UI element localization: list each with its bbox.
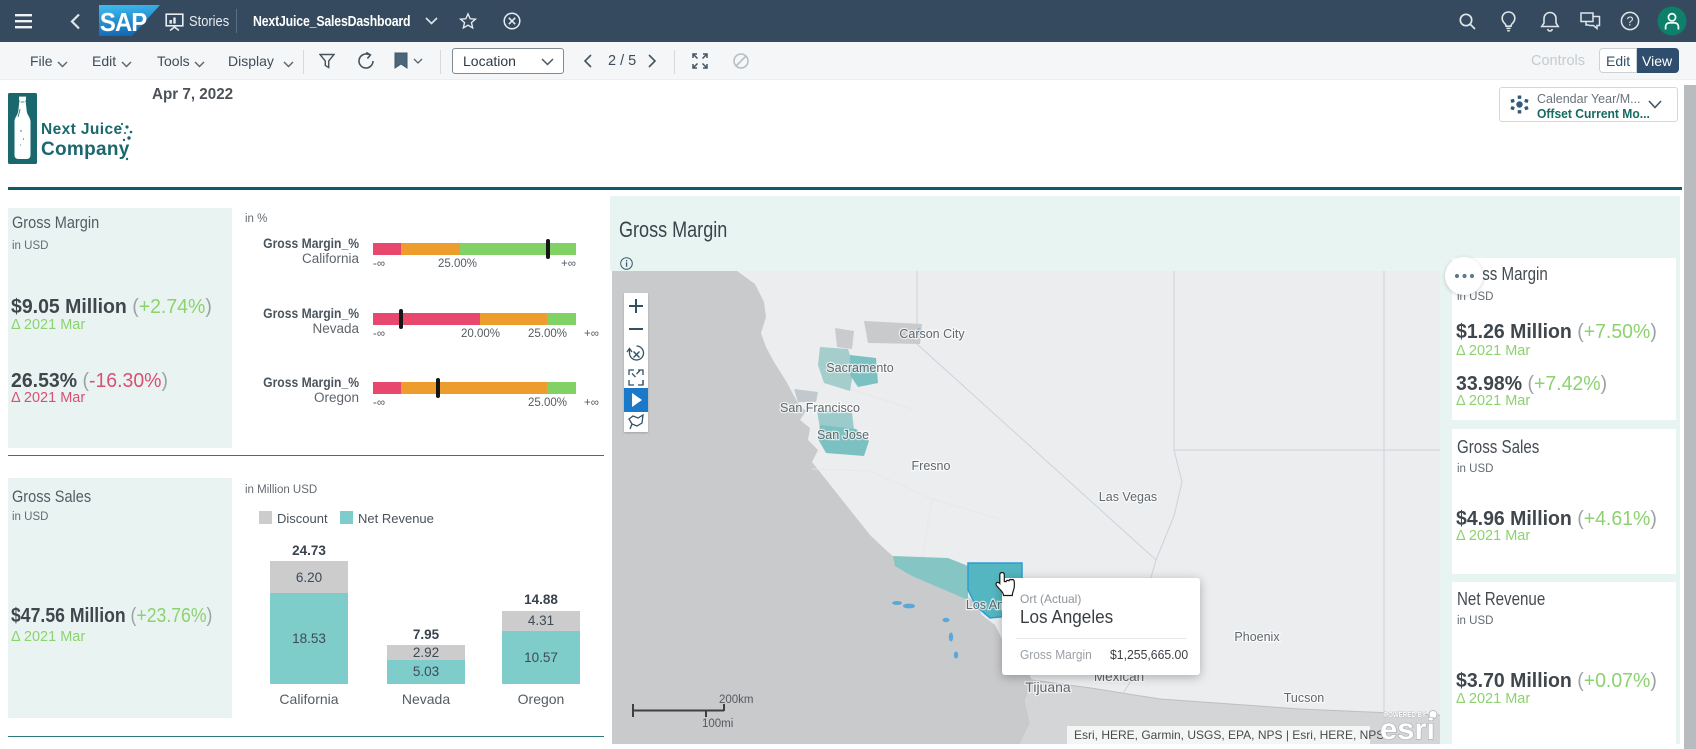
svg-text:San Jose: San Jose: [817, 428, 869, 442]
svg-text:200km: 200km: [719, 694, 754, 706]
svg-text:Fresno: Fresno: [912, 459, 951, 473]
svg-text:Las Vegas: Las Vegas: [1099, 490, 1157, 504]
svg-text:Tucson: Tucson: [1284, 691, 1325, 705]
svg-text:SAP: SAP: [100, 8, 147, 36]
svg-text:esri: esri: [1380, 713, 1435, 744]
svg-text:Carson City: Carson City: [899, 327, 965, 341]
svg-text:Phoenix: Phoenix: [1234, 630, 1280, 644]
svg-text:Sacramento: Sacramento: [826, 361, 893, 375]
svg-text:?: ?: [1627, 15, 1634, 29]
svg-text:San Francisco: San Francisco: [780, 401, 860, 415]
svg-text:Tijuana: Tijuana: [1025, 679, 1071, 695]
svg-text:Esri, HERE, Garmin, USGS, EPA,: Esri, HERE, Garmin, USGS, EPA, NPS | Esr…: [1074, 728, 1384, 742]
svg-text:100mi: 100mi: [702, 718, 733, 730]
svg-text:Los An: Los An: [966, 598, 1004, 612]
